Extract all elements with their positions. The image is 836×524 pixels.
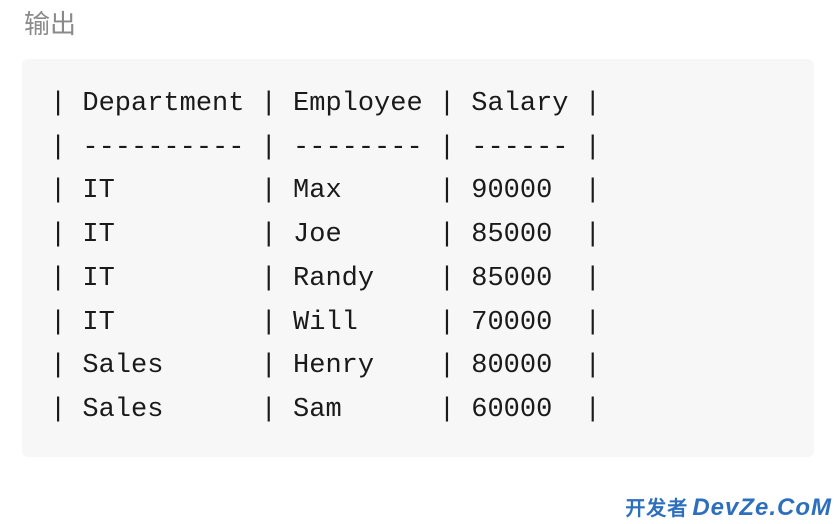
section-heading: 输出 (0, 0, 836, 41)
table-header-row: | Department | Employee | Salary | (50, 89, 601, 119)
table-row: | IT | Will | 70000 | (50, 308, 601, 338)
watermark-logo: 开发者DevZe.CoM (625, 492, 832, 522)
table-row: | Sales | Sam | 60000 | (50, 395, 601, 425)
table-row: | IT | Randy | 85000 | (50, 264, 601, 294)
table-separator-row: | ---------- | -------- | ------ | (50, 133, 601, 163)
watermark-cn-text: 开发者 (625, 498, 688, 520)
table-row: | IT | Max | 90000 | (50, 176, 601, 206)
table-row: | IT | Joe | 85000 | (50, 220, 601, 250)
table-row: | Sales | Henry | 80000 | (50, 351, 601, 381)
watermark-brand-text: DevZe.CoM (692, 494, 832, 521)
output-code-block: | Department | Employee | Salary | | ---… (22, 59, 814, 457)
